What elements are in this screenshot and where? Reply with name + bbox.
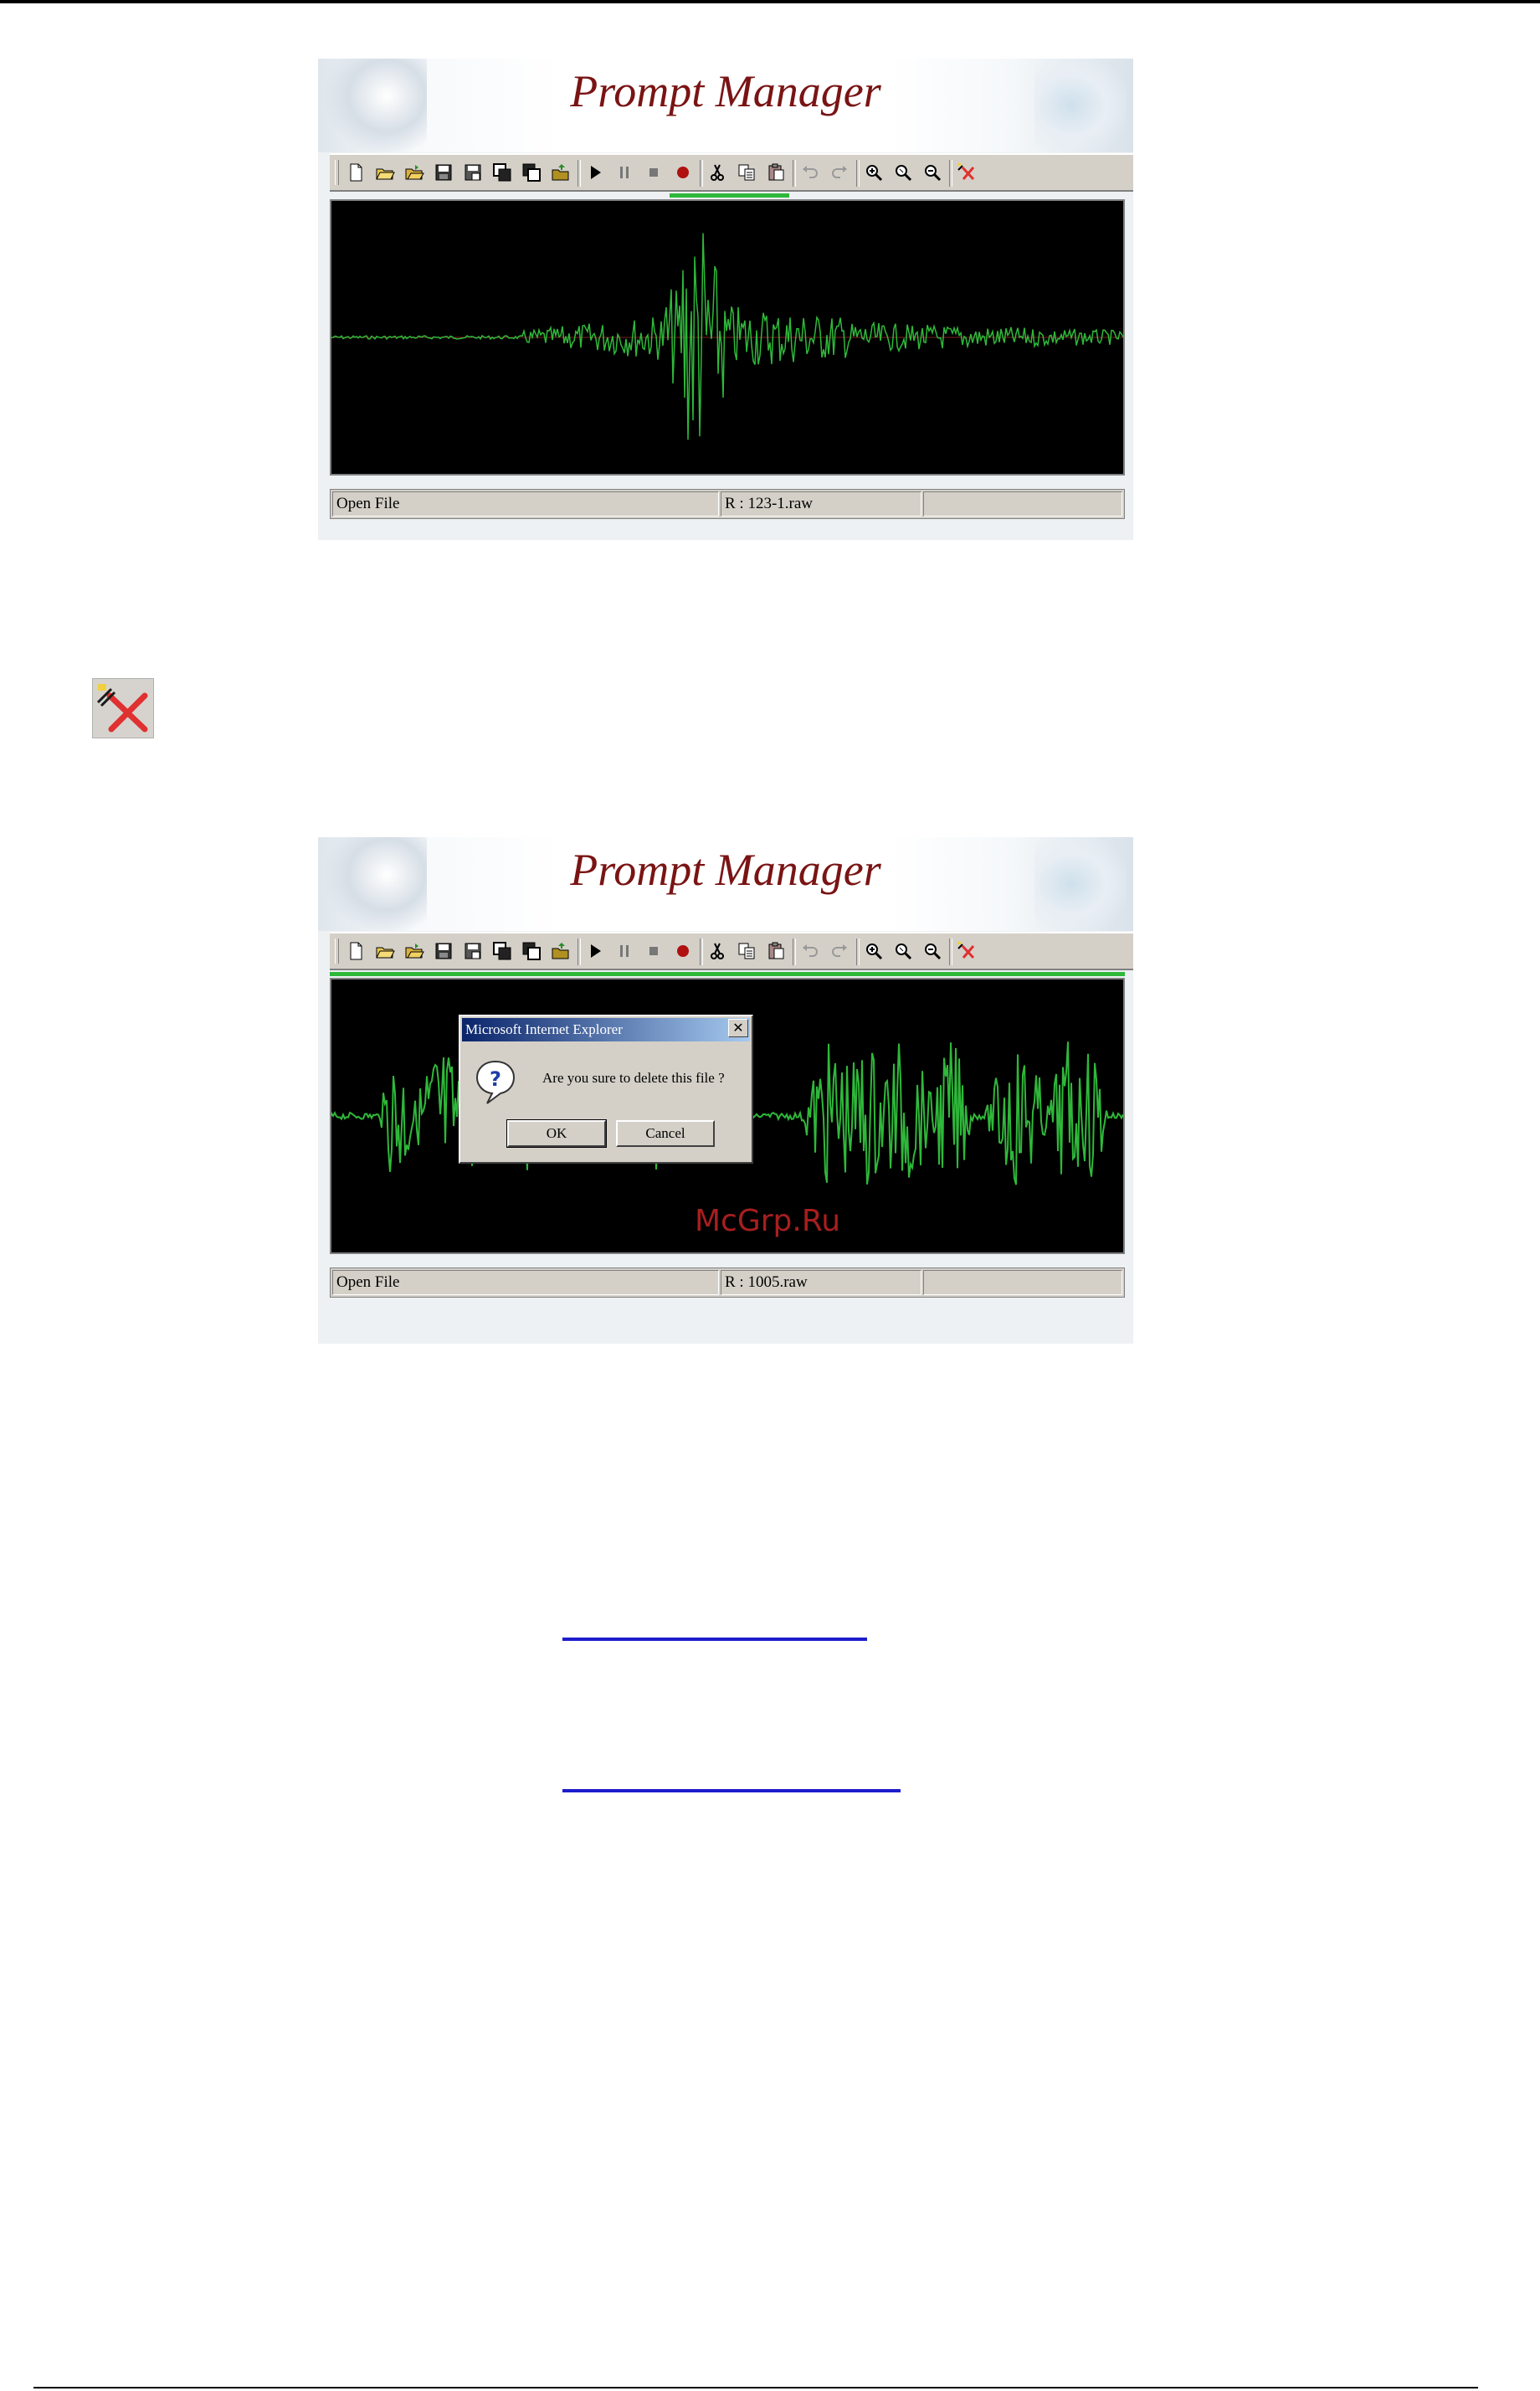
status-right bbox=[923, 491, 1122, 517]
record-icon[interactable] bbox=[672, 940, 694, 962]
redo-icon[interactable] bbox=[829, 940, 850, 962]
status-right bbox=[923, 1270, 1122, 1295]
dialog-message: Are you sure to delete this file ? bbox=[542, 1070, 725, 1086]
delete-file-icon[interactable] bbox=[956, 940, 978, 962]
toolbar-grip[interactable] bbox=[335, 938, 339, 964]
toolbar-separator bbox=[700, 938, 703, 965]
open-folder-icon[interactable] bbox=[403, 162, 425, 183]
copy-window-icon[interactable] bbox=[491, 940, 513, 962]
playback-progress bbox=[330, 972, 1125, 976]
zoom-fit-icon[interactable] bbox=[892, 940, 914, 962]
banner-title: Prompt Manager bbox=[570, 66, 881, 116]
zoom-out-icon[interactable] bbox=[921, 940, 943, 962]
waveform-display[interactable] bbox=[330, 199, 1125, 476]
status-file: R : 1005.raw bbox=[721, 1270, 921, 1295]
toolbar-grip[interactable] bbox=[335, 160, 339, 185]
toolbar-separator bbox=[856, 160, 860, 187]
play-icon[interactable] bbox=[584, 940, 606, 962]
zoom-out-icon[interactable] bbox=[921, 162, 943, 183]
dialog-title: Microsoft Internet Explorer bbox=[462, 1018, 750, 1041]
new-file-icon[interactable] bbox=[345, 162, 367, 183]
svg-text:?: ? bbox=[490, 1067, 501, 1091]
save-as-icon[interactable] bbox=[462, 940, 484, 962]
stop-icon[interactable] bbox=[643, 162, 665, 183]
prompt-manager-screenshot-2: Prompt Manager Open File R : 1005.raw Mi… bbox=[318, 837, 1133, 1344]
cut-icon[interactable] bbox=[706, 162, 728, 183]
ok-button[interactable]: OK bbox=[506, 1119, 607, 1148]
dialog-close-button[interactable]: ✕ bbox=[728, 1019, 748, 1037]
toolbar-separator bbox=[578, 160, 581, 187]
pause-icon[interactable] bbox=[613, 162, 635, 183]
zoom-in-icon[interactable] bbox=[863, 940, 885, 962]
undo-icon[interactable] bbox=[799, 940, 821, 962]
save-icon[interactable] bbox=[433, 162, 454, 183]
toolbar-separator bbox=[578, 938, 581, 965]
paste-icon[interactable] bbox=[765, 162, 787, 183]
question-icon: ? bbox=[475, 1060, 516, 1105]
waveform-trace bbox=[331, 233, 1123, 440]
toolbar-separator bbox=[700, 160, 703, 187]
toolbar-separator bbox=[856, 938, 860, 965]
paste-icon[interactable] bbox=[765, 940, 787, 962]
record-icon[interactable] bbox=[672, 162, 694, 183]
zoom-fit-icon[interactable] bbox=[892, 162, 914, 183]
folder-up-icon[interactable] bbox=[550, 940, 572, 962]
status-left: Open File bbox=[332, 491, 719, 517]
cancel-button[interactable]: Cancel bbox=[616, 1120, 715, 1147]
cut-icon[interactable] bbox=[706, 940, 728, 962]
copy-icon[interactable] bbox=[736, 940, 757, 962]
delete-file-icon bbox=[92, 678, 154, 738]
bottom-rule bbox=[33, 2387, 1478, 2388]
redo-icon[interactable] bbox=[829, 162, 850, 183]
save-as-icon[interactable] bbox=[462, 162, 484, 183]
status-file: R : 123-1.raw bbox=[721, 491, 921, 517]
folder-up-icon[interactable] bbox=[550, 162, 572, 183]
playback-progress bbox=[670, 193, 789, 198]
top-rule bbox=[0, 0, 1540, 3]
open-icon[interactable] bbox=[374, 162, 396, 183]
open-icon[interactable] bbox=[374, 940, 396, 962]
copy-window-2-icon[interactable] bbox=[521, 940, 542, 962]
stop-icon[interactable] bbox=[643, 940, 665, 962]
banner: Prompt Manager bbox=[318, 59, 1133, 152]
delete-confirm-dialog: Microsoft Internet Explorer ✕ ? Are you … bbox=[459, 1015, 753, 1164]
prompt-manager-screenshot-1: Prompt Manager Open File R : 123-1.raw bbox=[318, 59, 1133, 540]
copy-window-icon[interactable] bbox=[491, 162, 513, 183]
copy-window-2-icon[interactable] bbox=[521, 162, 542, 183]
toolbar bbox=[330, 153, 1133, 192]
status-bar: Open File R : 1005.raw bbox=[330, 1267, 1125, 1298]
undo-icon[interactable] bbox=[799, 162, 821, 183]
banner-title: Prompt Manager bbox=[570, 845, 881, 895]
new-file-icon[interactable] bbox=[345, 940, 367, 962]
open-folder-icon[interactable] bbox=[403, 940, 425, 962]
toolbar-separator bbox=[793, 938, 796, 965]
toolbar-separator bbox=[793, 160, 796, 187]
hyperlink-underline-1[interactable] bbox=[562, 1638, 867, 1641]
status-bar: Open File R : 123-1.raw bbox=[330, 489, 1125, 519]
toolbar-separator bbox=[949, 160, 952, 187]
banner: Prompt Manager bbox=[318, 837, 1133, 931]
hyperlink-underline-2[interactable] bbox=[562, 1789, 901, 1792]
save-icon[interactable] bbox=[433, 940, 454, 962]
zoom-in-icon[interactable] bbox=[863, 162, 885, 183]
pause-icon[interactable] bbox=[613, 940, 635, 962]
play-icon[interactable] bbox=[584, 162, 606, 183]
watermark: McGrp.Ru bbox=[695, 1204, 841, 1238]
toolbar bbox=[330, 932, 1133, 970]
status-left: Open File bbox=[332, 1270, 719, 1295]
copy-icon[interactable] bbox=[736, 162, 757, 183]
waveform-graph bbox=[331, 233, 1123, 440]
toolbar-separator bbox=[949, 938, 952, 965]
delete-file-icon[interactable] bbox=[956, 162, 978, 183]
